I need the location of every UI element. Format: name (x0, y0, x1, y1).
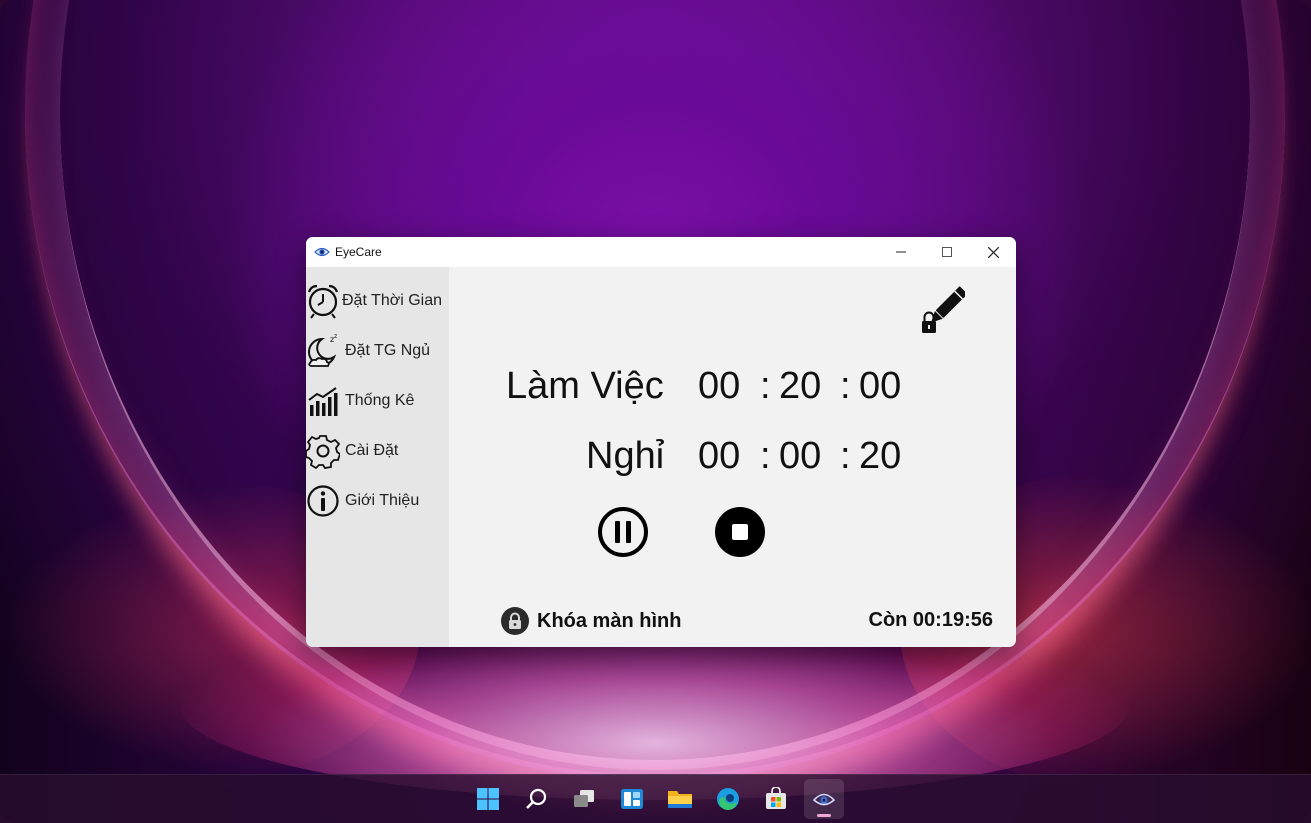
alarm-clock-icon (306, 283, 340, 319)
stats-chart-icon (306, 383, 340, 419)
main-panel: Làm Việc 00 : 20 : 00 Nghỉ 00 : 00 : 20 (449, 267, 1016, 647)
search-button[interactable] (516, 779, 556, 819)
widgets-button[interactable] (612, 779, 652, 819)
info-icon (306, 483, 340, 519)
task-view-icon (573, 790, 594, 807)
sidebar: Đặt Thời Gian z z Đặt TG Ngủ Thống Kê Cà… (306, 267, 449, 647)
sidebar-item-sleep-time[interactable]: z z Đặt TG Ngủ (306, 331, 449, 371)
edge-button[interactable] (708, 779, 748, 819)
pause-icon (598, 507, 648, 557)
store-icon (765, 787, 786, 809)
eyecare-icon (812, 793, 835, 806)
title-bar[interactable]: EyeCare (306, 237, 1016, 267)
work-minutes[interactable]: 20 (779, 365, 821, 408)
sidebar-item-statistics[interactable]: Thống Kê (306, 381, 449, 421)
rest-colon-2: : (840, 435, 851, 477)
work-seconds[interactable]: 00 (859, 365, 901, 408)
sidebar-item-settings[interactable]: Cài Đặt (306, 431, 449, 471)
maximize-button[interactable] (924, 237, 970, 267)
lock-screen-label: Khóa màn hình (537, 609, 682, 632)
sidebar-item-label: Cài Đặt (345, 442, 399, 459)
gear-icon (306, 433, 340, 469)
work-colon-2: : (840, 365, 851, 407)
close-icon (987, 246, 999, 258)
sidebar-item-set-time[interactable]: Đặt Thời Gian (306, 281, 449, 321)
store-button[interactable] (756, 779, 796, 819)
sidebar-item-label: Thống Kê (345, 392, 415, 409)
sleep-moon-icon: z z (306, 333, 340, 369)
rest-hours[interactable]: 00 (698, 435, 740, 478)
stop-icon (715, 507, 765, 557)
file-explorer-button[interactable] (660, 779, 700, 819)
close-button[interactable] (970, 237, 1016, 267)
sidebar-item-label: Đặt TG Ngủ (345, 342, 431, 359)
minimize-button[interactable] (878, 237, 924, 267)
rest-seconds[interactable]: 20 (859, 435, 901, 478)
minimize-icon (896, 251, 906, 253)
widgets-icon (620, 789, 643, 809)
edit-lock-icon[interactable] (919, 285, 968, 337)
lock-screen-button[interactable]: Khóa màn hình (501, 607, 681, 635)
work-label: Làm Việc (506, 365, 664, 407)
rest-colon-1: : (760, 435, 771, 477)
eye-app-icon (314, 246, 330, 258)
maximize-icon (942, 247, 952, 257)
work-colon-1: : (760, 365, 771, 407)
edge-icon (716, 788, 739, 810)
search-icon (525, 788, 546, 809)
start-button[interactable] (468, 779, 508, 819)
stop-button[interactable] (714, 506, 766, 558)
eyecare-window: EyeCare Đặt Thời Gian z z Đặt TG Ngủ Thố… (306, 237, 1016, 647)
taskbar (0, 774, 1311, 823)
window-controls (878, 237, 1016, 267)
file-explorer-icon (667, 791, 692, 808)
pause-button[interactable] (597, 506, 649, 558)
start-icon (476, 788, 499, 810)
rest-label: Nghỉ (586, 435, 665, 477)
work-hours[interactable]: 00 (698, 365, 740, 408)
sidebar-item-about[interactable]: Giới Thiệu (306, 481, 449, 521)
lock-icon (501, 607, 529, 635)
sidebar-item-label: Đặt Thời Gian (342, 292, 443, 309)
eyecare-taskbar-button[interactable] (803, 779, 844, 819)
sidebar-item-label: Giới Thiệu (345, 492, 420, 509)
svg-text:z: z (334, 333, 337, 340)
task-view-button[interactable] (564, 779, 604, 819)
remaining-time: Còn 00:19:56 (868, 609, 994, 631)
window-title: EyeCare (335, 245, 382, 259)
rest-minutes[interactable]: 00 (779, 435, 821, 478)
